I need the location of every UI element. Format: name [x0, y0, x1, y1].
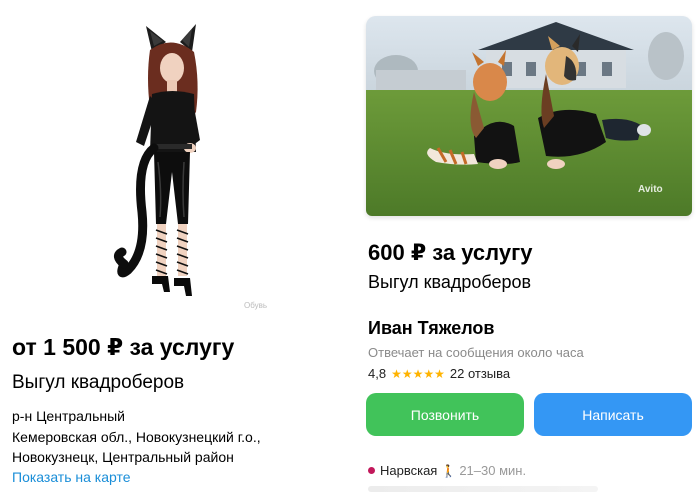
photo-watermark: Обувь — [244, 301, 267, 310]
listing-title[interactable]: Выгул квадроберов — [12, 372, 184, 394]
left-listing-card: Обувь от 1 500 ₽ за услугу Выгул квадроб… — [0, 0, 350, 496]
cat-costume-illustration: Обувь — [114, 24, 267, 310]
address-line-cut-off — [368, 486, 598, 492]
call-button[interactable]: Позвонить — [366, 393, 524, 436]
avito-watermark: Avito — [638, 184, 663, 195]
reviews-count: 22 отзыва — [449, 366, 511, 381]
write-message-button[interactable]: Написать — [534, 393, 692, 436]
metro-line-icon — [368, 467, 375, 474]
address-city: Новокузнецк, Центральный район — [12, 449, 234, 465]
metro-walk-time: 21–30 мин. — [459, 463, 527, 478]
metro-station: Нарвская — [380, 463, 438, 478]
listing-photo-quadrobers[interactable]: Avito — [366, 16, 692, 216]
seller-name[interactable]: Иван Тяжелов — [368, 318, 495, 339]
rating-value: 4,8 — [368, 366, 387, 381]
seller-rating[interactable]: 4,8 ★★★★★ 22 отзыва — [368, 366, 510, 381]
listing-photo-cat-costume[interactable]: Обувь — [66, 12, 282, 312]
quadrobers-photo-illustration: Avito — [366, 16, 692, 216]
response-time: Отвечает на сообщения около часа — [368, 345, 584, 360]
address-district: р-н Центральный — [12, 408, 126, 424]
listing-price: 600 ₽ за услугу — [368, 240, 533, 265]
metro-info: Нарвская 🚶 21–30 мин. — [368, 463, 526, 478]
right-listing-card: Avito 600 ₽ за услугу Выгул квадроберов … — [350, 0, 700, 496]
show-on-map-link[interactable]: Показать на карте — [12, 469, 131, 485]
listing-price: от 1 500 ₽ за услугу — [12, 334, 235, 360]
star-rating-icon: ★★★★★ — [391, 366, 445, 381]
listing-title[interactable]: Выгул квадроберов — [368, 272, 531, 293]
address-region: Кемеровская обл., Новокузнецкий г.о., — [12, 429, 261, 445]
walking-person-icon: 🚶 — [441, 463, 457, 478]
